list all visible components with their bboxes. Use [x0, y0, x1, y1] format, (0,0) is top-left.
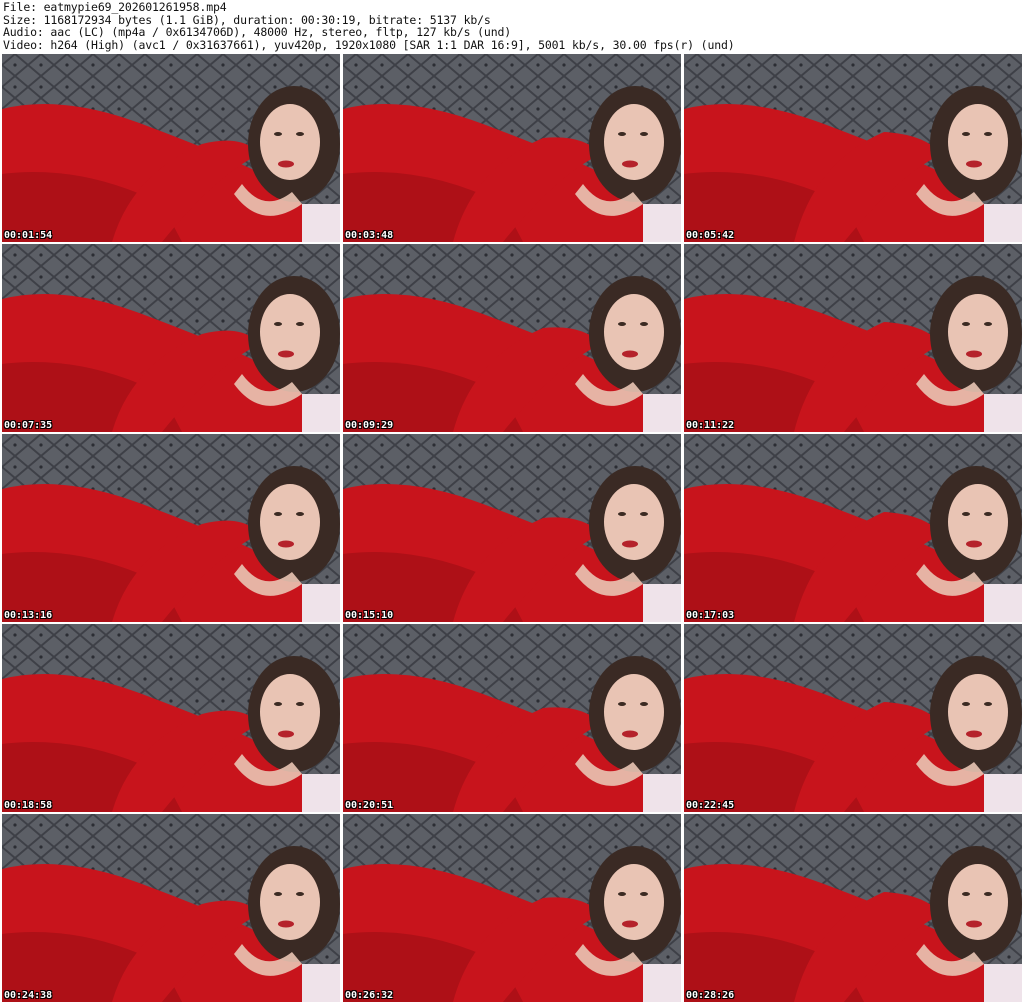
thumbnail-timestamp: 00:17:03	[686, 610, 735, 621]
video-thumbnail: 00:28:26	[684, 814, 1022, 1002]
thumbnail-frame-image	[2, 54, 340, 242]
video-thumbnail: 00:15:10	[343, 434, 681, 622]
video-thumbnail: 00:18:58	[2, 624, 340, 812]
thumbnail-frame-image	[684, 434, 1022, 622]
thumbnail-frame-image	[2, 814, 340, 1002]
video-thumbnail: 00:24:38	[2, 814, 340, 1002]
video-thumbnail: 00:07:35	[2, 244, 340, 432]
thumbnail-frame-image	[684, 54, 1022, 242]
thumbnail-timestamp: 00:01:54	[4, 230, 53, 241]
thumbnail-timestamp: 00:09:29	[345, 420, 394, 431]
thumbnail-frame-image	[684, 814, 1022, 1002]
thumbnail-frame-image	[684, 624, 1022, 812]
thumbnail-timestamp: 00:13:16	[4, 610, 53, 621]
thumbnail-frame-image	[2, 434, 340, 622]
thumbnail-grid: 00:01:54 00:03:48 00:05:42 00:07:35 00:09:29…	[2, 54, 1022, 1002]
thumbnail-frame-image	[2, 244, 340, 432]
video-thumbnail: 00:03:48	[343, 54, 681, 242]
thumbnail-frame-image	[343, 624, 681, 812]
thumbnail-timestamp: 00:28:26	[686, 990, 735, 1001]
thumbnail-timestamp: 00:07:35	[4, 420, 53, 431]
video-thumbnail: 00:26:32	[343, 814, 681, 1002]
thumbnail-frame-image	[343, 814, 681, 1002]
video-thumbnail: 00:01:54	[2, 54, 340, 242]
video-thumbnail: 00:20:51	[343, 624, 681, 812]
video-thumbnail: 00:17:03	[684, 434, 1022, 622]
thumbnail-timestamp: 00:22:45	[686, 800, 735, 811]
file-name-line: File: eatmypie69_202601261958.mp4	[3, 0, 227, 14]
thumbnail-timestamp: 00:26:32	[345, 990, 394, 1001]
thumbnail-timestamp: 00:24:38	[4, 990, 53, 1001]
file-info-header: File: eatmypie69_202601261958.mp4 Size: …	[3, 1, 1021, 53]
audio-info-line: Audio: aac (LC) (mp4a / 0x6134706D), 480…	[3, 25, 512, 40]
video-thumbnail: 00:05:42	[684, 54, 1022, 242]
thumbnail-frame-image	[343, 54, 681, 242]
thumbnail-timestamp: 00:20:51	[345, 800, 394, 811]
thumbnail-timestamp: 00:03:48	[345, 230, 394, 241]
thumbnail-frame-image	[2, 624, 340, 812]
video-thumbnail: 00:22:45	[684, 624, 1022, 812]
thumbnail-timestamp: 00:15:10	[345, 610, 394, 621]
thumbnail-timestamp: 00:11:22	[686, 420, 735, 431]
thumbnail-frame-image	[343, 434, 681, 622]
thumbnail-timestamp: 00:05:42	[686, 230, 735, 241]
thumbnail-frame-image	[684, 244, 1022, 432]
thumbnail-timestamp: 00:18:58	[4, 800, 53, 811]
video-thumbnail: 00:11:22	[684, 244, 1022, 432]
video-thumbnail: 00:13:16	[2, 434, 340, 622]
video-thumbnail: 00:09:29	[343, 244, 681, 432]
video-info-line: Video: h264 (High) (avc1 / 0x31637661), …	[3, 37, 735, 52]
thumbnail-frame-image	[343, 244, 681, 432]
